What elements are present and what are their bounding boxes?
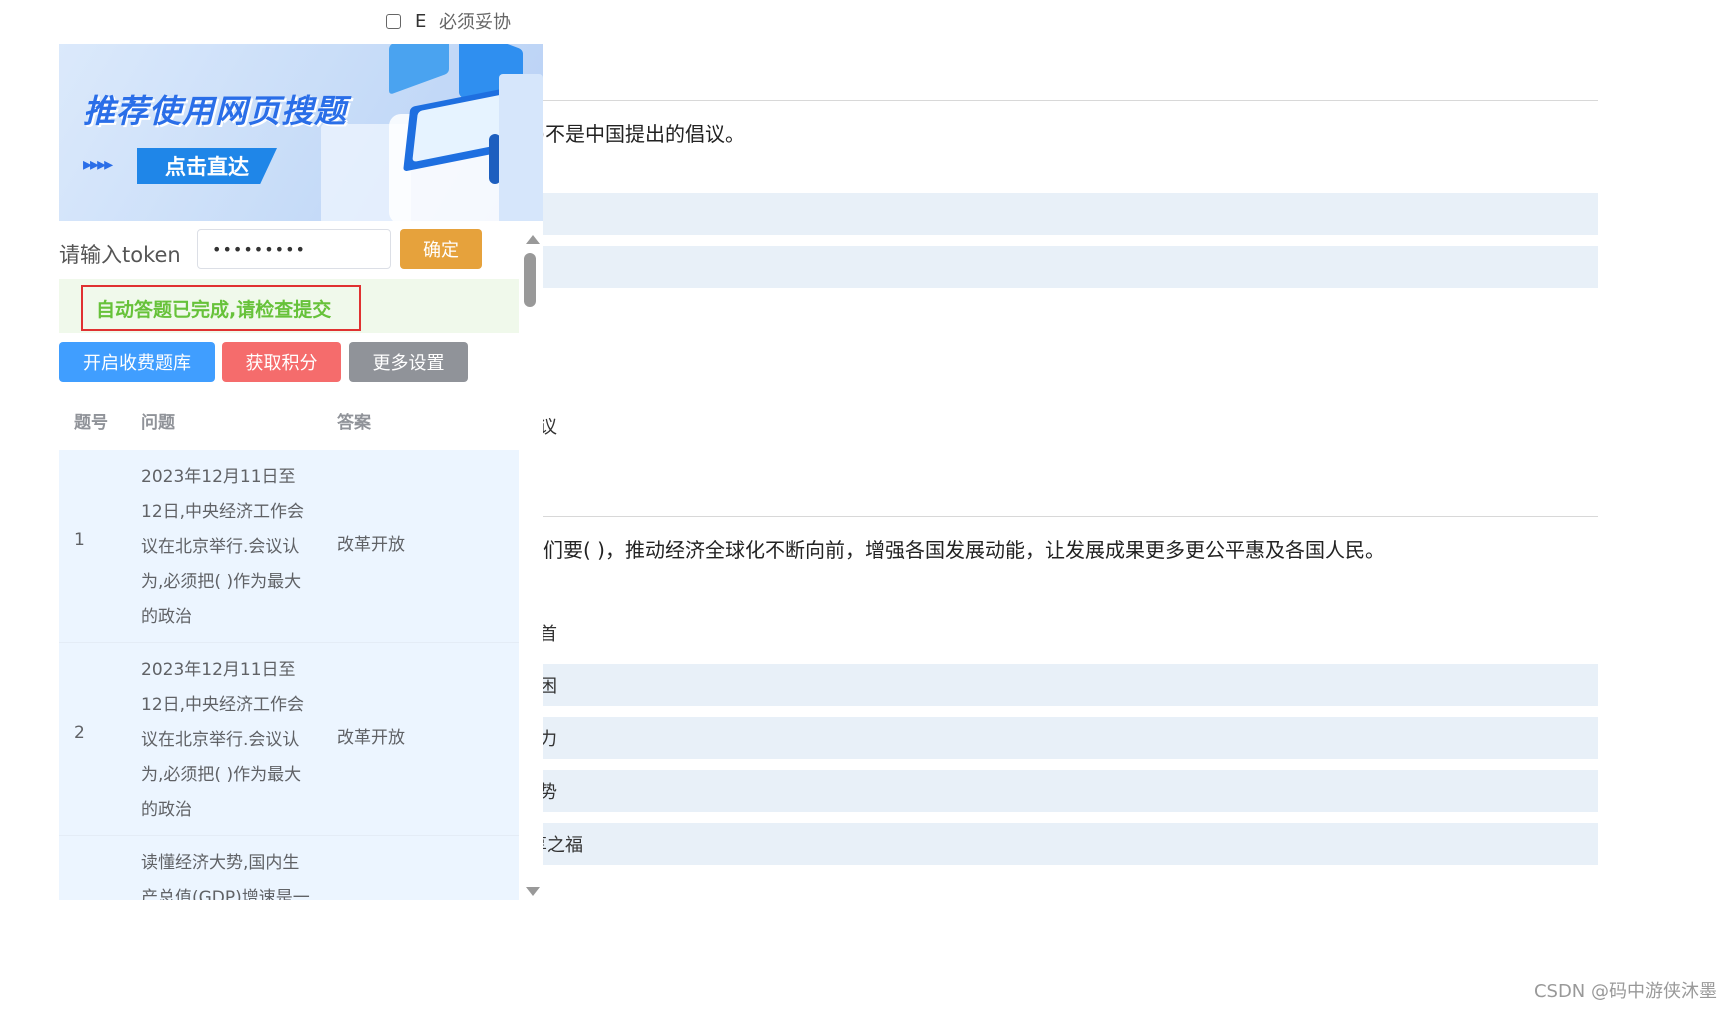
row-question: 2023年12月11日至12日,中央经济工作会议在北京举行.会议认为,必须把( … [141,467,305,627]
option-text: 必须妥协 [439,12,511,33]
row-answer: 改革开放 [337,535,405,555]
option-row[interactable]: E 必须妥协 [385,0,1598,42]
row-index: 1 [74,530,85,550]
option-checkbox[interactable] [386,13,401,29]
status-message: 自动答题已完成,请检查提交 [81,285,361,331]
option-row[interactable]: 作之力 [385,717,1598,759]
scroll-up-icon[interactable] [526,235,540,244]
option-row[interactable]: 展之困 [385,664,1598,706]
row-question: 读懂经济大势,国内生产总值(GDP)增速是一 [141,853,310,900]
table-row: 1 2023年12月11日至12日,中央经济工作会议在北京举行.会议认为,必须把… [59,450,519,643]
server-illustration [389,44,449,95]
helper-panel: 推荐使用网页搜题 ▸▸▸▸ 点击直达 请输入token 确定 自动答题已完成,请… [59,44,543,900]
question-divider [385,516,1598,517]
option-row[interactable]: 坏之首 [385,612,1598,654]
row-question: 2023年12月11日至12日,中央经济工作会议在北京举行.会议认为,必须把( … [141,660,305,820]
more-settings-button[interactable]: 更多设置 [349,342,468,382]
token-row: 请输入token 确定 [59,227,543,275]
token-input[interactable] [197,229,391,269]
table-row: 读懂经济大势,国内生产总值(GDP)增速是一 [59,836,519,900]
question-text: 】我们要( )，推动经济全球化不断向前，增强各国发展动能，让发展成果更多更公平惠… [503,538,1385,562]
get-points-button[interactable]: 获取积分 [222,342,341,382]
table-header: 题号 问题 答案 [59,394,519,444]
watermark: CSDN @码中游侠沐墨 [1533,981,1717,1002]
open-paid-bank-button[interactable]: 开启收费题库 [59,342,215,382]
option-row[interactable]: 义 [385,299,1598,341]
banner-title: 推荐使用网页搜题 [83,92,348,130]
token-label: 请输入token [59,243,181,267]
tower-illustration [499,74,543,221]
header-question: 问题 [141,413,175,433]
option-row[interactable]: 义 [385,352,1598,394]
go-direct-button[interactable]: 点击直达 [137,148,277,184]
promo-banner[interactable]: 推荐使用网页搜题 ▸▸▸▸ 点击直达 [59,44,543,221]
scroll-down-icon[interactable] [526,887,540,896]
confirm-button[interactable]: 确定 [400,229,482,269]
option-row[interactable]: E 以开放谋共享之福 [385,823,1598,865]
option-row[interactable]: 的倡议 [385,405,1598,447]
row-index: 2 [74,723,85,743]
row-answer: 改革开放 [337,728,405,748]
header-answer: 答案 [337,413,371,433]
option-letter: E [415,10,427,32]
question-divider [385,100,1598,101]
scroll-thumb[interactable] [524,253,536,307]
arrows-icon: ▸▸▸▸ [83,154,113,175]
scrollbar[interactable] [520,227,543,900]
option-row[interactable]: 义 [385,246,1598,288]
table-row: 2 2023年12月11日至12日,中央经济工作会议在北京举行.会议认为,必须把… [59,643,519,836]
option-row[interactable]: 新之势 [385,770,1598,812]
header-index: 题号 [74,413,108,433]
option-row[interactable]: 义 [385,193,1598,235]
status-bar: 自动答题已完成,请检查提交 [59,279,519,333]
